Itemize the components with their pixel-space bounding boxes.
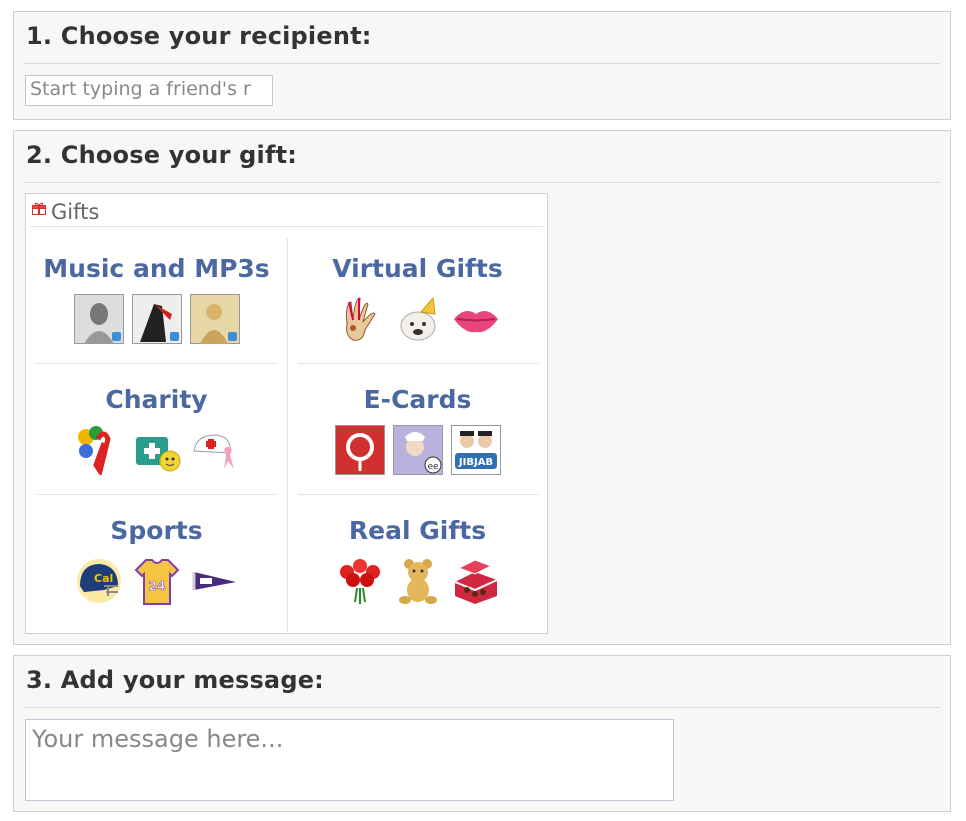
message-section: 3. Add your message: Your message here..… <box>13 655 951 812</box>
category-e-cards-label[interactable]: E-Cards <box>290 385 545 415</box>
jersey-icon[interactable]: 24 <box>132 556 182 606</box>
divider <box>24 63 940 64</box>
category-sports-label[interactable]: Sports <box>29 516 284 546</box>
turkey-hand-icon[interactable] <box>335 294 385 344</box>
gift-browser: Gifts Music and MP3s Virtual Gifts Chari… <box>25 193 548 634</box>
recipient-heading: 1. Choose your recipient: <box>26 22 372 50</box>
gifts-header: Gifts <box>30 198 543 227</box>
album-cover-icon[interactable] <box>131 294 182 344</box>
recipient-section: 1. Choose your recipient: Start typing a… <box>13 11 951 120</box>
divider <box>24 182 940 183</box>
gift-icon <box>32 202 46 215</box>
rose-card-icon[interactable] <box>334 425 385 475</box>
divider <box>24 707 940 708</box>
category-sports[interactable]: Sports Cal 24 <box>29 516 284 606</box>
teddy-bear-icon[interactable] <box>393 556 443 606</box>
pennant-icon[interactable] <box>190 556 240 606</box>
row-divider <box>36 363 277 364</box>
category-music[interactable]: Music and MP3s <box>29 254 284 344</box>
category-charity-label[interactable]: Charity <box>29 385 284 415</box>
chocolate-box-icon[interactable] <box>451 556 501 606</box>
row-divider <box>298 363 539 364</box>
svg-text:24: 24 <box>148 579 165 593</box>
row-divider <box>36 494 277 495</box>
column-divider <box>287 238 288 632</box>
category-charity[interactable]: Charity <box>29 385 284 475</box>
football-helmet-icon[interactable]: Cal <box>74 556 124 606</box>
svg-text:ee: ee <box>427 462 439 472</box>
album-cover-icon[interactable] <box>189 294 240 344</box>
category-real-gifts[interactable]: Real Gifts <box>290 516 545 606</box>
category-e-cards[interactable]: E-Cards ee JIBJAB <box>290 385 545 475</box>
message-heading: 3. Add your message: <box>26 666 324 694</box>
first-aid-kit-icon[interactable] <box>132 425 182 475</box>
category-music-label[interactable]: Music and MP3s <box>29 254 284 284</box>
nurse-cap-icon[interactable] <box>190 425 240 475</box>
lips-kiss-icon[interactable] <box>451 294 501 344</box>
gift-section: 2. Choose your gift: Gifts Music and MP3… <box>13 130 951 645</box>
message-textarea[interactable]: Your message here... <box>25 719 674 801</box>
jibjab-card-icon[interactable]: JIBJAB <box>450 425 501 475</box>
category-real-gifts-label[interactable]: Real Gifts <box>290 516 545 546</box>
recipient-input[interactable]: Start typing a friend's r <box>25 75 273 106</box>
gifts-title: Gifts <box>51 200 100 224</box>
ribbon-balloons-icon[interactable] <box>74 425 124 475</box>
album-cover-icon[interactable] <box>73 294 124 344</box>
roses-bouquet-icon[interactable] <box>335 556 385 606</box>
gift-heading: 2. Choose your gift: <box>26 141 298 169</box>
category-virtual-gifts[interactable]: Virtual Gifts <box>290 254 545 344</box>
svg-text:Cal: Cal <box>94 572 113 585</box>
row-divider <box>298 494 539 495</box>
svg-text:JIBJAB: JIBJAB <box>457 457 492 468</box>
chef-card-icon[interactable]: ee <box>392 425 443 475</box>
category-virtual-gifts-label[interactable]: Virtual Gifts <box>290 254 545 284</box>
party-dog-icon[interactable] <box>393 294 443 344</box>
